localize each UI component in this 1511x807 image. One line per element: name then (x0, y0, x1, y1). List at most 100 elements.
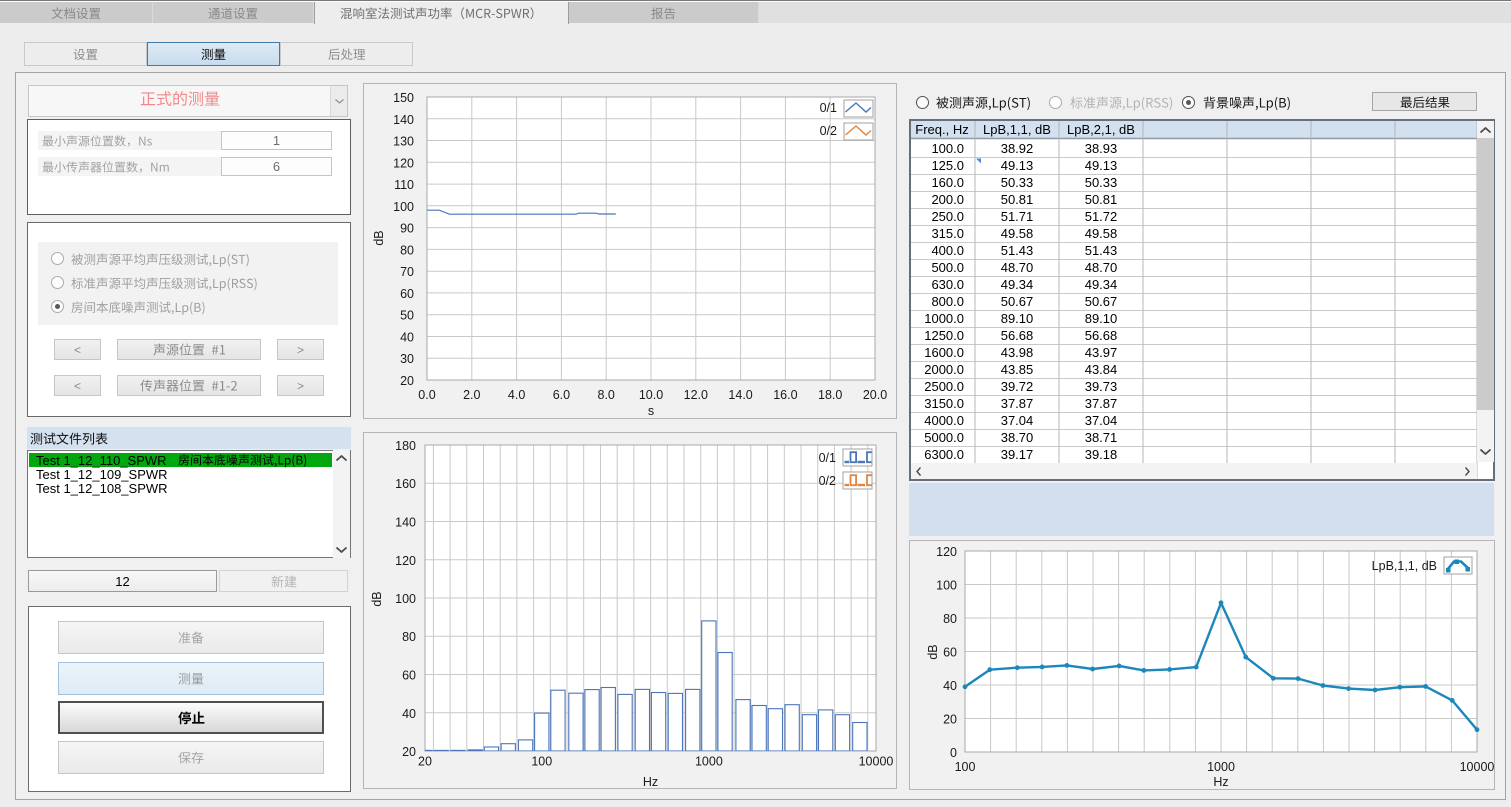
svg-text:80: 80 (943, 612, 957, 626)
svg-text:100: 100 (531, 755, 552, 769)
svg-text:125.0: 125.0 (931, 158, 964, 173)
svg-text:400.0: 400.0 (931, 243, 964, 258)
svg-text:120: 120 (936, 545, 957, 559)
svg-text:38.71: 38.71 (1085, 430, 1118, 445)
svg-text:37.04: 37.04 (1085, 413, 1118, 428)
svg-text:49.34: 49.34 (1001, 277, 1034, 292)
svg-text:1600.0: 1600.0 (924, 345, 964, 360)
svg-text:0.0: 0.0 (418, 388, 435, 402)
svg-text:Hz: Hz (643, 775, 658, 789)
svg-text:89.10: 89.10 (1001, 311, 1034, 326)
svg-text:39.73: 39.73 (1085, 379, 1118, 394)
svg-text:2000.0: 2000.0 (924, 362, 964, 377)
svg-text:38.92: 38.92 (1001, 141, 1034, 156)
svg-text:50.33: 50.33 (1001, 175, 1034, 190)
svg-text:49.13: 49.13 (1085, 158, 1118, 173)
svg-text:100: 100 (955, 760, 976, 774)
svg-text:180: 180 (395, 439, 416, 453)
svg-text:51.72: 51.72 (1085, 209, 1118, 224)
svg-text:1000.0: 1000.0 (924, 311, 964, 326)
svg-text:3150.0: 3150.0 (924, 396, 964, 411)
svg-text:10000: 10000 (859, 755, 894, 769)
svg-text:630.0: 630.0 (931, 277, 964, 292)
svg-text:43.98: 43.98 (1001, 345, 1034, 360)
svg-text:120: 120 (395, 554, 416, 568)
svg-text:43.84: 43.84 (1085, 362, 1118, 377)
svg-text:140: 140 (393, 113, 414, 127)
svg-text:50.67: 50.67 (1001, 294, 1034, 309)
svg-text:49.34: 49.34 (1085, 277, 1118, 292)
svg-text:800.0: 800.0 (931, 294, 964, 309)
svg-text:48.70: 48.70 (1085, 260, 1118, 275)
svg-text:1000: 1000 (1207, 760, 1235, 774)
svg-text:50: 50 (400, 309, 414, 323)
svg-text:20.0: 20.0 (863, 388, 887, 402)
svg-text:0/1: 0/1 (819, 451, 836, 465)
svg-text:60: 60 (402, 669, 416, 683)
svg-text:2.0: 2.0 (463, 388, 480, 402)
svg-text:49.13: 49.13 (1001, 158, 1034, 173)
svg-text:1000: 1000 (695, 755, 723, 769)
svg-text:43.85: 43.85 (1001, 362, 1034, 377)
svg-text:140: 140 (395, 516, 416, 530)
svg-text:20: 20 (400, 374, 414, 388)
svg-text:30: 30 (400, 352, 414, 366)
svg-text:s: s (648, 404, 654, 418)
svg-text:37.87: 37.87 (1085, 396, 1118, 411)
svg-text:60: 60 (400, 287, 414, 301)
svg-text:1250.0: 1250.0 (924, 328, 964, 343)
svg-text:18.0: 18.0 (818, 388, 842, 402)
svg-text:200.0: 200.0 (931, 192, 964, 207)
svg-text:Freq., Hz: Freq., Hz (915, 122, 968, 137)
svg-text:80: 80 (400, 243, 414, 257)
svg-text:56.68: 56.68 (1085, 328, 1118, 343)
svg-text:51.43: 51.43 (1001, 243, 1034, 258)
svg-text:90: 90 (400, 222, 414, 236)
svg-text:16.0: 16.0 (773, 388, 797, 402)
svg-text:39.72: 39.72 (1001, 379, 1034, 394)
svg-text:50.33: 50.33 (1085, 175, 1118, 190)
svg-text:48.70: 48.70 (1001, 260, 1034, 275)
svg-text:130: 130 (393, 135, 414, 149)
svg-text:Hz: Hz (1213, 775, 1228, 789)
svg-text:100: 100 (393, 200, 414, 214)
svg-text:500.0: 500.0 (931, 260, 964, 275)
svg-text:dB: dB (926, 644, 940, 659)
svg-text:6.0: 6.0 (553, 388, 570, 402)
svg-text:49.58: 49.58 (1001, 226, 1034, 241)
svg-text:50.81: 50.81 (1085, 192, 1118, 207)
svg-text:51.71: 51.71 (1001, 209, 1034, 224)
svg-text:100: 100 (395, 592, 416, 606)
svg-text:100.0: 100.0 (931, 141, 964, 156)
svg-text:20: 20 (943, 713, 957, 727)
svg-text:20: 20 (402, 745, 416, 759)
svg-text:51.43: 51.43 (1085, 243, 1118, 258)
svg-text:39.18: 39.18 (1085, 447, 1118, 462)
svg-text:39.17: 39.17 (1001, 447, 1034, 462)
svg-text:80: 80 (402, 630, 416, 644)
svg-text:2500.0: 2500.0 (924, 379, 964, 394)
svg-text:250.0: 250.0 (931, 209, 964, 224)
svg-text:12.0: 12.0 (684, 388, 708, 402)
svg-text:89.10: 89.10 (1085, 311, 1118, 326)
svg-text:LpB,1,1, dB: LpB,1,1, dB (983, 122, 1051, 137)
svg-text:150: 150 (393, 91, 414, 105)
svg-text:40: 40 (400, 331, 414, 345)
svg-text:315.0: 315.0 (931, 226, 964, 241)
svg-text:38.93: 38.93 (1085, 141, 1118, 156)
svg-text:70: 70 (400, 265, 414, 279)
svg-text:50.67: 50.67 (1085, 294, 1118, 309)
svg-text:56.68: 56.68 (1001, 328, 1034, 343)
svg-text:40: 40 (402, 707, 416, 721)
svg-text:100: 100 (936, 579, 957, 593)
svg-text:37.87: 37.87 (1001, 396, 1034, 411)
svg-text:160: 160 (395, 477, 416, 491)
svg-text:0/1: 0/1 (820, 101, 837, 115)
svg-text:20: 20 (418, 755, 432, 769)
svg-text:50.81: 50.81 (1001, 192, 1034, 207)
svg-text:0: 0 (950, 746, 957, 760)
svg-text:4000.0: 4000.0 (924, 413, 964, 428)
svg-text:8.0: 8.0 (598, 388, 615, 402)
svg-text:110: 110 (394, 178, 414, 192)
svg-text:160.0: 160.0 (931, 175, 964, 190)
